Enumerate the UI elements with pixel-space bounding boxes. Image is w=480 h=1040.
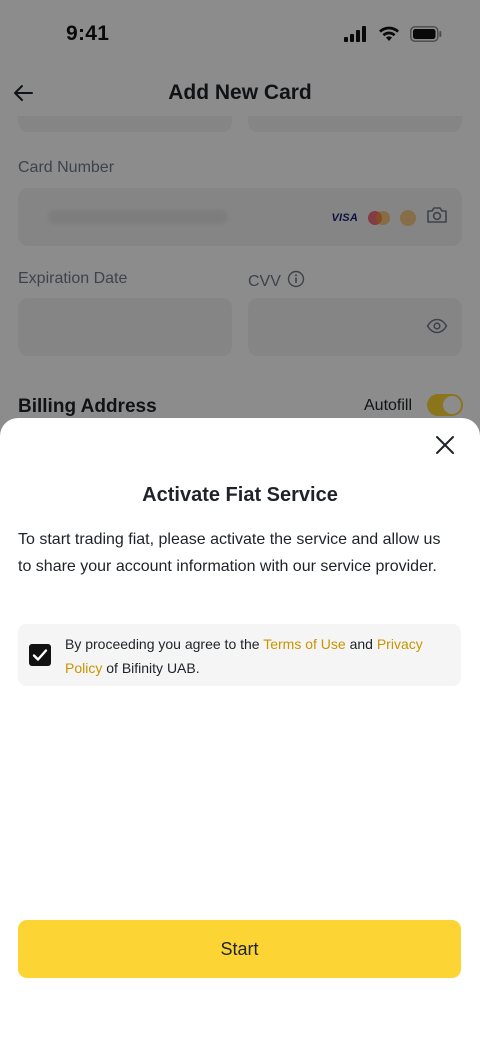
close-button[interactable] — [432, 432, 458, 458]
consent-text: By proceeding you agree to the Terms of … — [65, 632, 445, 680]
consent-box: By proceeding you agree to the Terms of … — [18, 624, 461, 686]
checkmark-icon — [32, 649, 48, 661]
terms-of-use-link[interactable]: Terms of Use — [263, 636, 345, 652]
close-icon — [436, 436, 454, 454]
consent-middle: and — [345, 636, 377, 652]
consent-prefix: By proceeding you agree to the — [65, 636, 264, 652]
activate-fiat-sheet: Activate Fiat Service To start trading f… — [0, 418, 480, 1040]
sheet-title: Activate Fiat Service — [142, 484, 338, 506]
sheet-description: To start trading fiat, please activate t… — [18, 531, 441, 575]
consent-checkbox[interactable] — [29, 644, 51, 666]
screen: 9:41 Add New Card Card Number VISA Expir… — [0, 0, 480, 1040]
start-button[interactable]: Start — [18, 920, 461, 978]
consent-suffix: of Bifinity UAB. — [102, 660, 200, 676]
